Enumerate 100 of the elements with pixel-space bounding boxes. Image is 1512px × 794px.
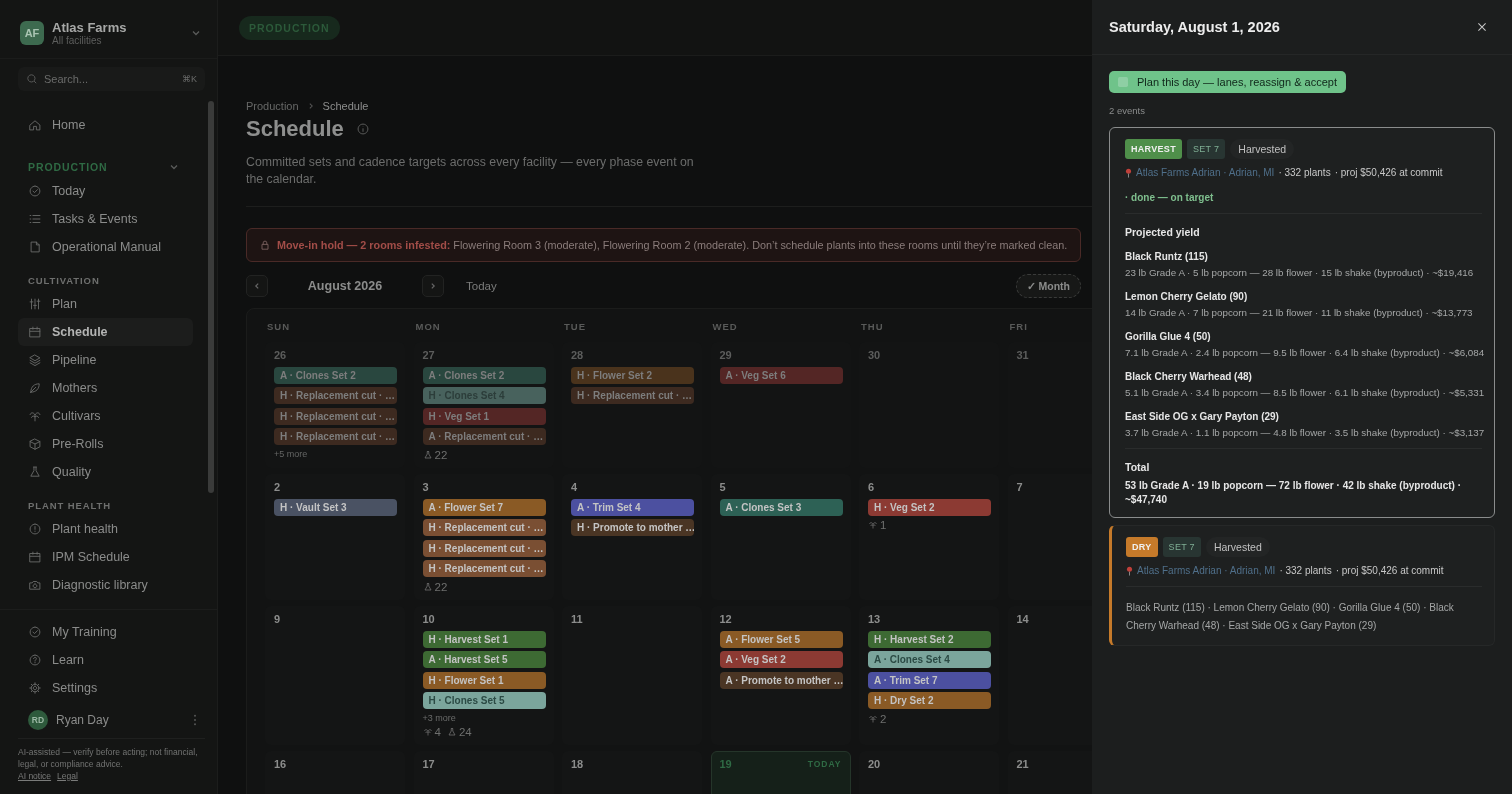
strain-list: Black Runtz (115) · Lemon Cherry Gelato (90) · Gorilla Glue 4 (50) · Black Cherry Warhead (48) · East Side OG x Gary Payton (29) [1126,599,1482,635]
location-link[interactable]: Atlas Farms Adrian · Adrian, MI [1136,167,1275,178]
event-chip[interactable]: H · Harvest Set 1 [422,630,546,648]
nav-item[interactable]: Plan [18,290,193,318]
user-avatar[interactable]: RD [28,710,48,730]
event-chip[interactable]: A · Clones Set 2 [422,366,546,384]
event-chip[interactable]: H · Replacement cut · … [422,539,546,557]
weekday-label: MON [414,321,442,335]
date-number: 12 [719,613,732,626]
total-value: 53 lb Grade A · 19 lb popcorn — 72 lb flower · 42 lb shake (byproduct) · ~$47,740 [1125,479,1462,507]
plan-day-button[interactable]: Plan this day — lanes, reassign & accept [1109,71,1346,93]
nav-item[interactable]: Mothers [18,374,193,402]
more-link[interactable]: +3 more [422,712,545,723]
nav-item[interactable]: Home [18,111,193,139]
event-chip[interactable]: H · Vault Set 3 [274,498,397,516]
weekday-label: WED [711,321,739,335]
outcome-text: · done — on target [1125,192,1215,203]
date-number: 30 [868,349,881,362]
nav-item[interactable]: IPM Schedule [18,543,193,571]
footer-link[interactable]: AI notice [18,770,52,783]
event-chip[interactable]: H · Replacement cut · … [274,387,397,405]
section-label: CULTIVATION [28,275,100,286]
event-chip[interactable]: H · Replacement cut · … [274,407,397,425]
count-value: 1 [880,519,887,532]
event-chip[interactable]: A · Replacement cut · … [422,428,546,446]
event-chip[interactable]: H · Replacement cut · … [422,519,546,537]
footer-link[interactable]: Legal [57,770,78,783]
yield-detail: 14 lb Grade A · 7 lb popcorn — 21 lb flower · 11 lb shake (byproduct) · ~$13,773 [1125,307,1474,318]
date-number: 9 [274,613,281,626]
event-chip[interactable]: A · Promote to mother … [719,671,843,689]
event-chip[interactable]: H · Flower Set 2 [571,366,694,384]
nav-item[interactable]: Quality [18,458,193,486]
scrollbar[interactable] [208,101,214,493]
nav-item[interactable]: Schedule [18,318,193,346]
nav-item[interactable]: Pre-Rolls [18,430,193,458]
total-label: Total [1125,461,1151,473]
date-number: 21 [1016,758,1029,771]
nav-item[interactable]: Diagnostic library [18,571,193,599]
event-chip[interactable]: H · Veg Set 2 [868,498,991,516]
close-icon[interactable] [1476,21,1488,33]
event-chip[interactable]: H · Replacement cut · … [422,560,546,578]
event-card[interactable] [1109,525,1495,646]
nav-item[interactable]: Today [18,177,193,205]
next-button[interactable] [422,275,444,298]
month-view-button[interactable]: ✓ Month [1015,274,1081,299]
nav-item[interactable]: My Training [18,618,205,646]
count-value: 4 [434,726,441,739]
nav-item[interactable]: Cultivars [18,402,193,430]
nav-item[interactable]: Settings [18,674,205,702]
nav-item[interactable]: Tasks & Events [18,205,193,233]
disclaimer-text: AI-assisted — verify before acting; not financial, legal, or compliance advice. [18,747,199,771]
event-chip[interactable]: H · Flower Set 1 [422,671,546,689]
event-chip[interactable]: A · Clones Set 3 [719,498,843,516]
lock-icon [259,239,271,252]
event-chip[interactable]: A · Flower Set 5 [719,630,843,648]
event-chip[interactable]: H · Replacement cut · … [571,387,694,405]
event-chip[interactable]: A · Flower Set 7 [422,498,546,516]
event-card[interactable] [1109,127,1495,518]
today-button[interactable]: Today [460,279,503,294]
event-chip[interactable]: H · Dry Set 2 [868,692,991,710]
event-chip[interactable]: H · Clones Set 5 [422,692,546,710]
nav-item[interactable]: Operational Manual [18,233,193,261]
event-chip[interactable]: A · Trim Set 7 [868,671,991,689]
date-number: 4 [571,481,578,494]
search-icon [26,73,38,85]
nav-item[interactable]: Learn [18,646,205,674]
info-icon[interactable] [355,122,370,136]
location-link[interactable]: Atlas Farms Adrian · Adrian, MI [1137,565,1276,576]
event-chip[interactable]: A · Veg Set 6 [719,366,843,384]
nav-item[interactable]: Pipeline [18,346,193,374]
set-badge: SET 7 [1162,537,1201,557]
breadcrumb-link[interactable]: Production [246,100,299,112]
event-chip[interactable]: H · Promote to mother … [571,519,694,537]
user-name: Ryan Day [56,713,110,727]
event-chip[interactable]: A · Trim Set 4 [571,498,694,516]
event-chip[interactable]: H · Harvest Set 2 [868,630,991,648]
leaf-icon [28,381,42,395]
event-chip[interactable]: A · Clones Set 2 [274,366,397,384]
yield-heading: Projected yield [1125,226,1201,238]
month-label: August 2026 [306,279,384,294]
day-cell[interactable]: 19 TODAY [710,751,851,794]
date-number: 7 [1016,481,1023,494]
event-chip[interactable]: A · Veg Set 2 [719,651,843,669]
event-chip[interactable]: A · Clones Set 4 [868,651,991,669]
nav-item[interactable]: Plant health [18,515,193,543]
event-chip[interactable]: H · Veg Set 1 [422,407,546,425]
date-number: 17 [422,758,435,771]
page-description: Committed sets and cadence targets across every facility — every phase event on the calendar. [246,154,695,189]
chevron-down-icon[interactable] [191,28,201,38]
date-number: 10 [422,613,435,626]
more-icon[interactable] [193,714,197,726]
chevron-down-icon[interactable] [169,162,179,172]
set-badge: SET 7 [1186,139,1226,159]
event-chip[interactable]: A · Harvest Set 5 [422,651,546,669]
home-icon [28,118,42,132]
count-value: 22 [434,580,448,593]
previous-button[interactable] [246,275,268,298]
event-chip[interactable]: H · Replacement cut · … [274,428,397,446]
more-link[interactable]: +5 more [274,448,396,459]
list-icon [28,212,42,226]
